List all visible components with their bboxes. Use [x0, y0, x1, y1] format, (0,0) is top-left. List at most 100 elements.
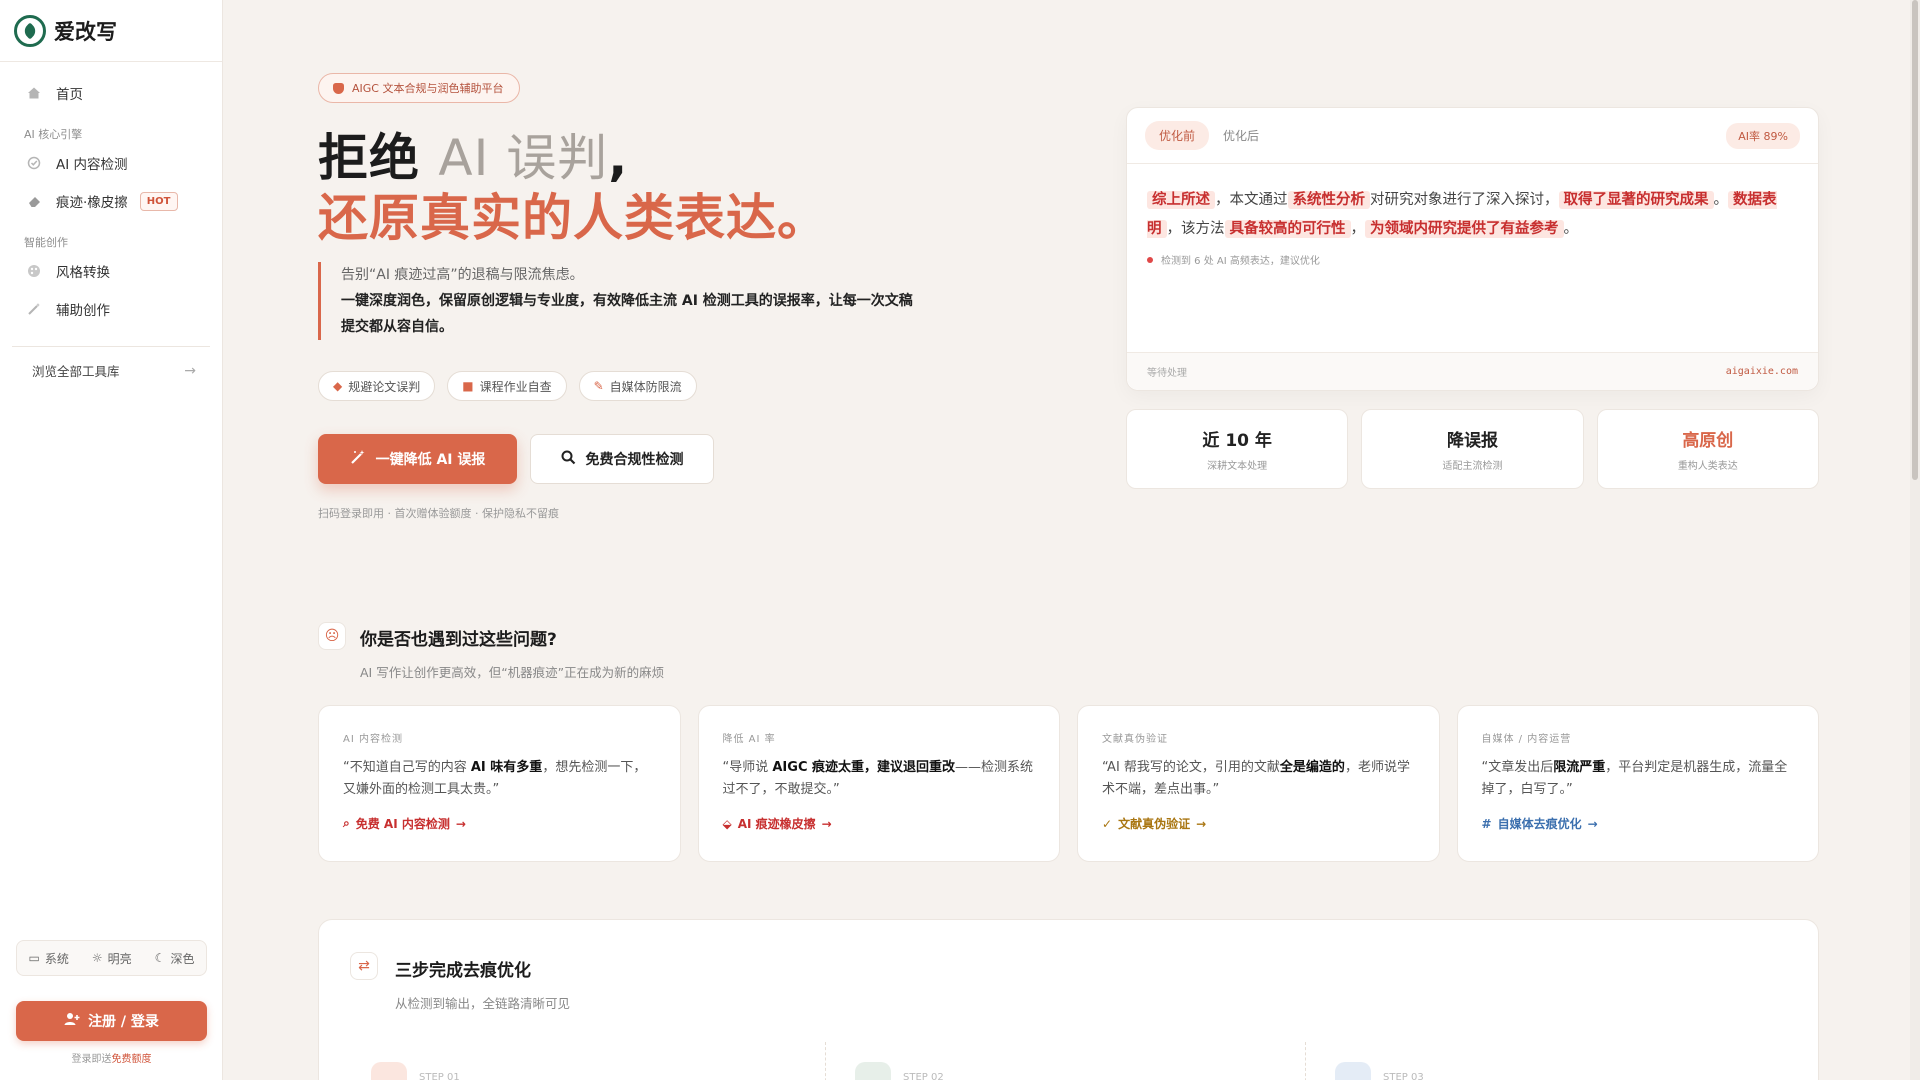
sidebar-item-ai-detect[interactable]: AI 内容检测 [0, 144, 222, 182]
plain-text: 。 [1563, 221, 1579, 237]
steps-title: 三步完成去痕优化 [395, 961, 531, 981]
search-icon: ⌕ [343, 816, 350, 830]
steps-subtitle: 从检测到输出，全链路清晰可见 [395, 996, 571, 1011]
stat-value: 降误报 [1446, 431, 1498, 451]
stat-value: 近 10 年 [1202, 431, 1272, 451]
brand-name: 爱改写 [54, 19, 117, 44]
card-quote: “导师说 AIGC 痕迹太重，建议退回重改——检测系统过不了，不敢提交。” [723, 757, 1036, 801]
desc-line: 一键深度润色，保留原创逻辑与专业度，有效降低主流 AI 检测工具的误报率，让每一… [341, 293, 913, 335]
reduce-ai-button[interactable]: 一键降低 AI 误报 [318, 434, 517, 484]
step-2-icon [855, 1062, 891, 1080]
stat-sub: 深耕文本处理 [1207, 461, 1268, 472]
theme-switcher: ▭ 系统 ☼ 明亮 ☾ 深色 [16, 940, 207, 976]
step-label: STEP 01 [419, 1072, 460, 1080]
theme-light-option[interactable]: ☼ 明亮 [92, 950, 132, 967]
book-icon: ■ [462, 379, 474, 393]
ai-highlight: 取得了显著的研究成果 [1558, 191, 1714, 209]
chip-homework[interactable]: ■ 课程作业自查 [447, 371, 567, 401]
status-text: 等待处理 [1147, 368, 1187, 379]
sun-icon: ☼ [91, 951, 103, 965]
scrollbar-thumb[interactable] [1912, 0, 1918, 480]
problem-card: 文献真伪验证 “AI 帮我写的论文，引用的文献全是编造的，老师说学术不端，差点出… [1077, 705, 1440, 862]
site-domain: aigaixie.com [1725, 366, 1798, 377]
ai-highlight: 具备较高的可行性 [1224, 220, 1351, 238]
chip-thesis[interactable]: ◆ 规避论文误判 [318, 371, 436, 401]
arrow-right-icon: → [1196, 816, 1207, 831]
magic-wand-icon [350, 449, 366, 469]
sidebar-item-style[interactable]: 风格转换 [0, 252, 222, 290]
stat-card: 高原创 重构人类表达 [1596, 409, 1819, 489]
ai-highlight: 综上所述 [1147, 191, 1215, 209]
theme-option-label: 系统 [44, 951, 69, 966]
step-label: STEP 03 [1383, 1072, 1424, 1080]
plain-text: ， [1350, 221, 1366, 237]
detect-status: 检测到 6 处 AI 高频表达，建议优化 [1127, 244, 1818, 275]
sidebar-item-eraser[interactable]: 痕迹·橡皮擦 HOT [0, 182, 222, 220]
link-label: 自媒体去痕优化 [1497, 817, 1582, 831]
compare-card-header: 优化前 优化后 AI率 89% [1127, 108, 1818, 164]
scrollbar[interactable] [1910, 0, 1920, 1080]
ai-rate-badge: AI率 89% [1726, 122, 1800, 149]
problem-card: 降低 AI 率 “导师说 AIGC 痕迹太重，建议退回重改——检测系统过不了，不… [697, 705, 1060, 862]
feature-chips: ◆ 规避论文误判 ■ 课程作业自查 ✎ 自媒体防限流 [318, 371, 697, 401]
quote-part: “不知道自己写的内容 [343, 760, 471, 775]
note-emphasis: 免费额度 [111, 1054, 152, 1065]
sidebar-item-home[interactable]: 首页 [0, 74, 222, 112]
problems-title: 你是否也遇到过这些问题? [360, 630, 557, 650]
theme-dark-option[interactable]: ☾ 深色 [155, 950, 195, 967]
home-icon [26, 85, 42, 101]
sidebar-item-assist[interactable]: 辅助创作 [0, 290, 222, 328]
ai-highlight: 为领域内研究提供了有益参考 [1365, 220, 1564, 238]
tab-after[interactable]: 优化后 [1209, 121, 1273, 150]
step-divider [825, 1042, 826, 1080]
desc-line: 告别“AI 痕迹过高”的退稿与限流焦虑。 [341, 267, 584, 283]
tab-before[interactable]: 优化前 [1145, 121, 1210, 150]
arrow-right-icon: → [184, 362, 196, 379]
register-login-button[interactable]: 注册 / 登录 [16, 1001, 207, 1041]
arrow-right-icon: → [1587, 816, 1598, 831]
title-part: AI 误判 [438, 129, 609, 187]
chip-label: 规避论文误判 [348, 379, 421, 394]
browse-all-tools-link[interactable]: 浏览全部工具库 → [12, 346, 210, 380]
stat-card: 降误报 适配主流检测 [1361, 409, 1584, 489]
card-tag: 自媒体 / 内容运营 [1481, 734, 1572, 745]
card-link[interactable]: ⌕ 免费 AI 内容检测 → [343, 815, 656, 832]
register-note: 登录即送免费额度 [16, 1050, 207, 1065]
chip-label: 自媒体防限流 [609, 379, 682, 394]
card-link[interactable]: ✓ 文献真伪验证 → [1102, 815, 1415, 832]
brand[interactable]: 爱改写 [0, 0, 222, 62]
card-quote: “文章发出后限流严重，平台判定是机器生成，流量全掉了，白写了。” [1482, 757, 1795, 801]
quote-emphasis: 限流严重 [1553, 760, 1606, 775]
hero-description: 告别“AI 痕迹过高”的退稿与限流焦虑。 一键深度润色，保留原创逻辑与专业度，有… [318, 262, 918, 340]
frown-icon: ☹ [318, 622, 346, 650]
hero-note: 扫码登录即用 · 首次赠体验额度 · 保护隐私不留痕 [318, 507, 559, 520]
logo-icon [14, 14, 46, 47]
compare-card-footer: 等待处理 aigaixie.com [1127, 352, 1818, 390]
stats-row: 近 10 年 深耕文本处理 降误报 适配主流检测 高原创 重构人类表达 [1126, 409, 1819, 489]
card-link[interactable]: # 自媒体去痕优化 → [1482, 815, 1795, 832]
sample-text: 综上所述 ，本文通过 系统性分析 对研究对象进行了深入探讨， 取得了显著的研究成果。数据… [1127, 164, 1818, 244]
platform-badge: AIGC 文本合规与润色辅助平台 [318, 73, 521, 103]
nav-group-title: AI 核心引擎 [24, 128, 83, 141]
monitor-icon: ▭ [28, 951, 40, 965]
step-label: STEP 02 [903, 1072, 944, 1080]
card-tag: 文献真伪验证 [1102, 734, 1168, 745]
free-check-button[interactable]: 免费合规性检测 [530, 434, 714, 484]
card-link[interactable]: ⬙ AI 痕迹橡皮擦 → [723, 815, 1036, 832]
paper-icon: ◆ [333, 379, 343, 393]
sidebar-item-label: 首页 [56, 87, 83, 103]
quote-part: “文章发出后 [1481, 760, 1554, 775]
stat-value: 高原创 [1682, 431, 1734, 451]
nav-group-title: 智能创作 [24, 236, 68, 249]
title-part: , [608, 129, 629, 187]
chip-label: 课程作业自查 [479, 379, 552, 394]
hot-badge: HOT [139, 191, 178, 211]
steps-card: ⇄ 三步完成去痕优化 从检测到输出，全链路清晰可见 STEP 01 STEP 0… [318, 919, 1819, 1080]
chip-media[interactable]: ✎ 自媒体防限流 [578, 371, 697, 401]
theme-system-option[interactable]: ▭ 系统 [29, 950, 69, 967]
moon-icon: ☾ [154, 951, 166, 965]
card-quote: “AI 帮我写的论文，引用的文献全是编造的，老师说学术不端，差点出事。” [1102, 757, 1415, 801]
register-label: 注册 / 登录 [88, 1014, 159, 1030]
quote-part: “AI 帮我写的论文，引用的文献 [1102, 760, 1280, 775]
alert-dot-icon [1147, 256, 1153, 263]
